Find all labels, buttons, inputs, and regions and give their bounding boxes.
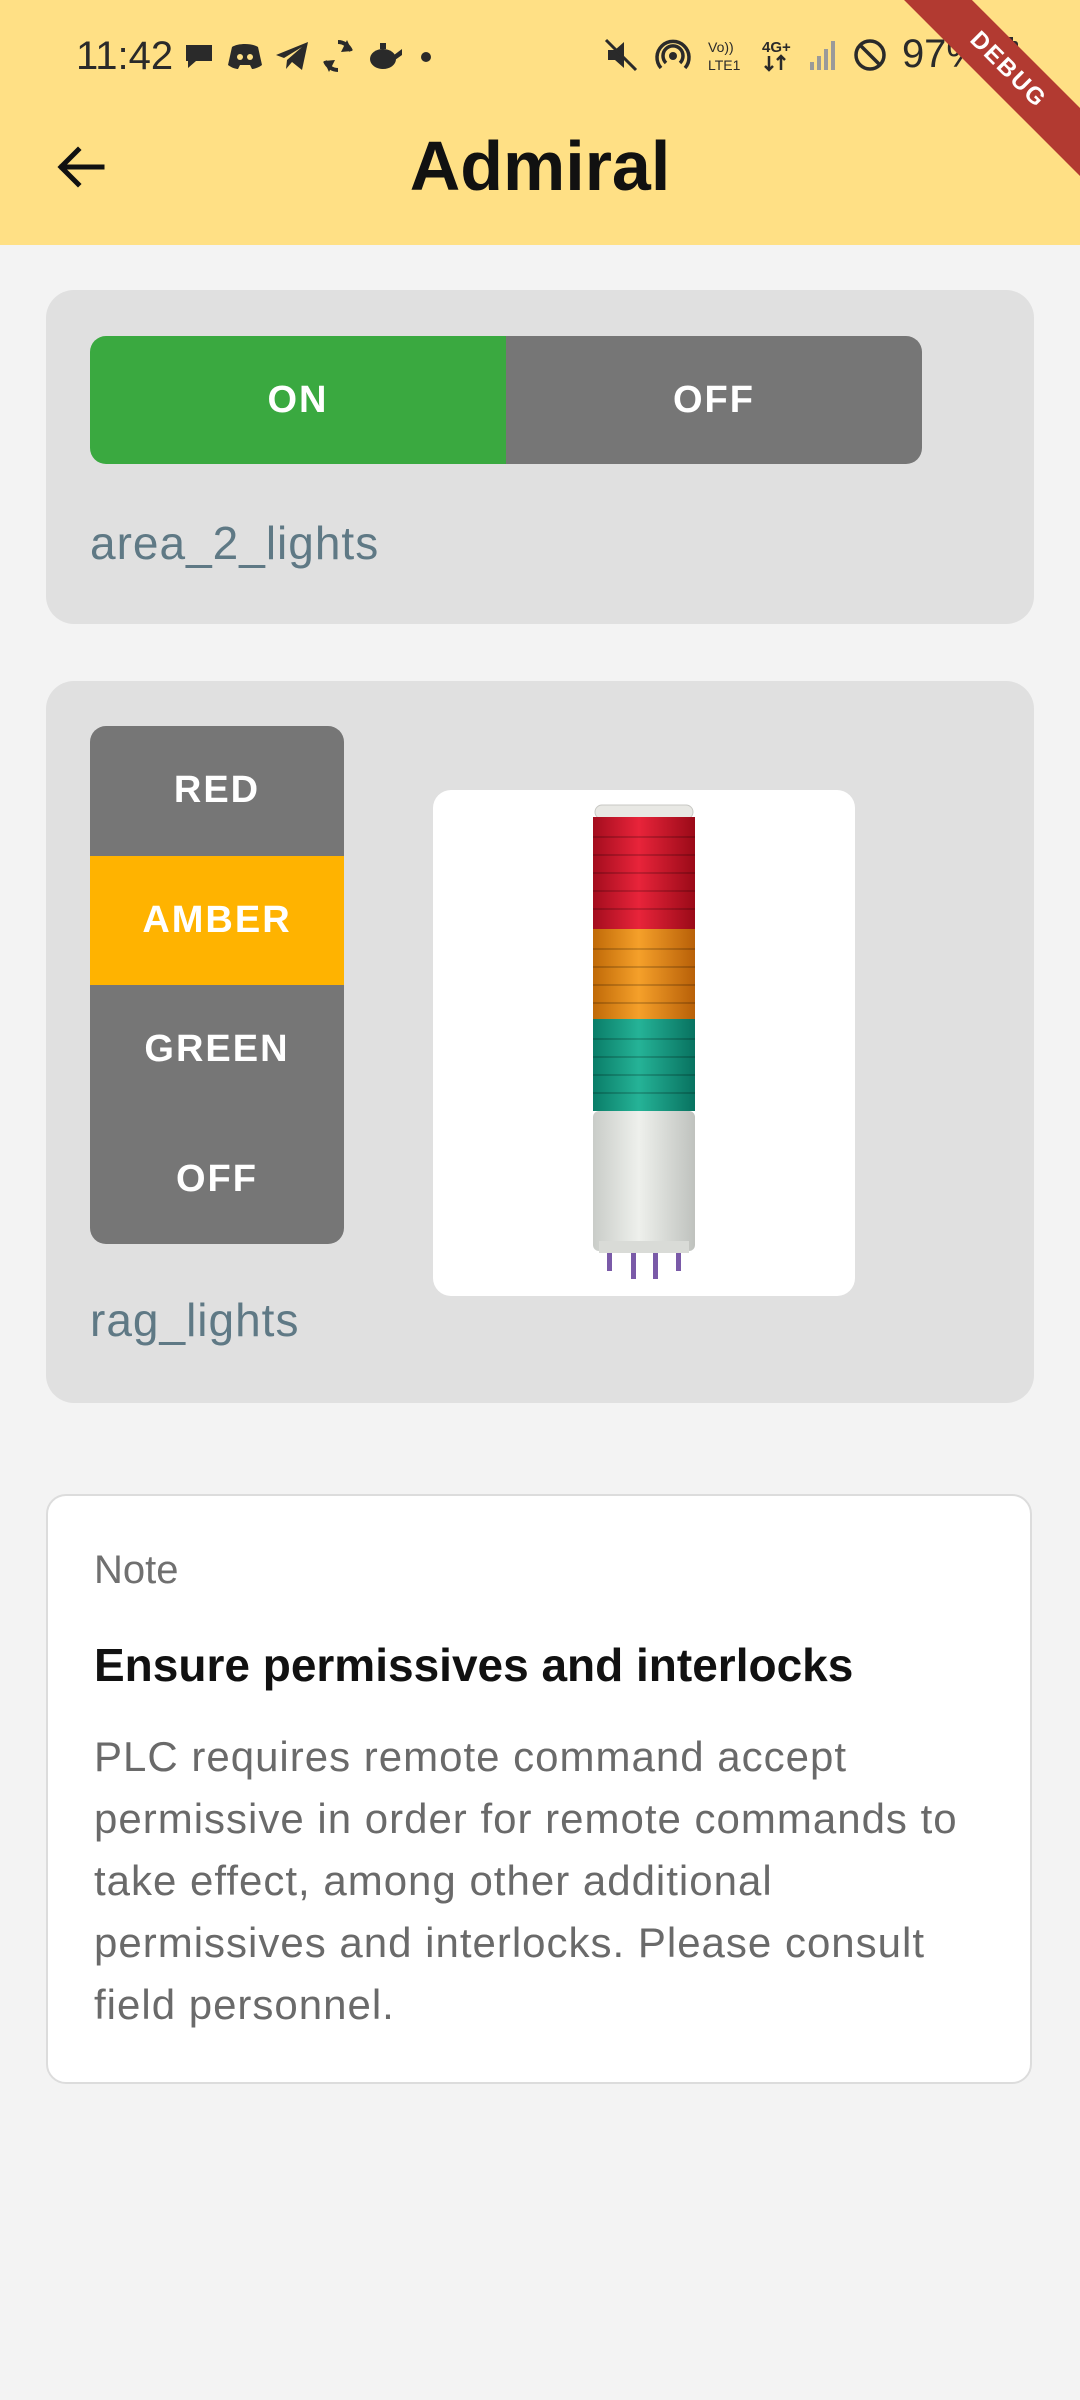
on-button[interactable]: ON [90, 336, 506, 464]
4g-icon: 4G+ [762, 39, 791, 72]
status-time: 11:42 [76, 34, 174, 78]
note-kicker: Note [94, 1548, 179, 1592]
app-bar: 11:42 Vo)) LTE1 4G+ 97% DEBUG Admiral [0, 0, 1080, 245]
network-type-label: 4G+ [762, 39, 791, 56]
rag-selector: RED AMBER GREEN OFF [90, 726, 344, 1244]
note-title: Ensure permissives and interlocks [94, 1639, 854, 1691]
area-2-lights-label: area_2_lights [90, 517, 380, 569]
off-button[interactable]: OFF [506, 336, 922, 464]
signal-icon [809, 40, 835, 70]
note-body: PLC requires remote command accept permi… [94, 1733, 958, 2028]
amber-button[interactable]: AMBER [90, 855, 344, 985]
mute-icon [604, 38, 637, 71]
area-2-lights-card: ON OFF area_2_lights [46, 290, 1034, 624]
svg-text:LTE1: LTE1 [708, 57, 741, 73]
discord-icon [228, 44, 262, 69]
rag-off-button[interactable]: OFF [90, 1115, 344, 1245]
stack-light-image [433, 790, 855, 1296]
chat-icon [186, 45, 212, 68]
sync-icon [323, 40, 353, 72]
hotspot-icon [655, 39, 691, 69]
note-card: Note Ensure permissives and interlocks P… [46, 1494, 1032, 2084]
dnd-icon [854, 38, 886, 71]
notification-icons [182, 38, 438, 74]
svg-text:Vo)): Vo)) [708, 39, 734, 55]
stack-light-tower-icon [593, 804, 695, 1279]
telegram-icon [276, 42, 308, 70]
volte-icon: Vo)) LTE1 [708, 39, 741, 73]
dot-icon [421, 52, 431, 62]
red-button[interactable]: RED [90, 726, 344, 856]
green-button[interactable]: GREEN [90, 985, 344, 1115]
rag-lights-card: RED AMBER GREEN OFF rag_lights [46, 681, 1034, 1403]
teapot-icon [370, 43, 402, 69]
page-title: Admiral [409, 127, 671, 205]
on-off-toggle: ON OFF [90, 336, 922, 464]
rag-lights-label: rag_lights [90, 1294, 300, 1346]
